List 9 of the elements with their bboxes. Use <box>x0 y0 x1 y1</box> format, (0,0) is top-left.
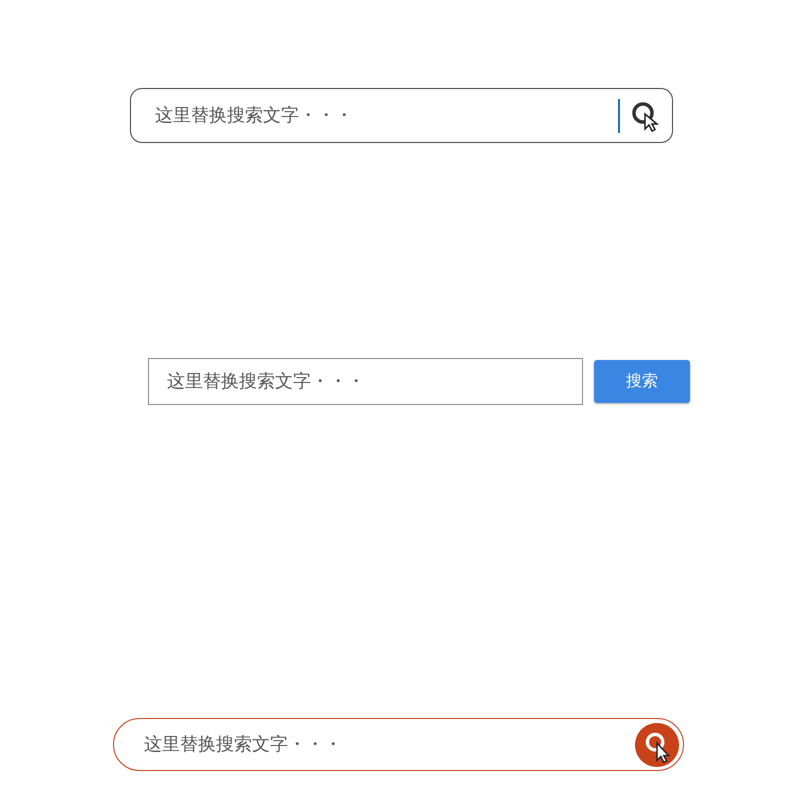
search-button[interactable]: 搜索 <box>594 360 690 403</box>
search-bar[interactable]: 这里替换搜索文字・・・ <box>113 718 684 771</box>
search-field[interactable]: 这里替换搜索文字・・・ <box>153 104 618 127</box>
search-field[interactable]: 这里替换搜索文字・・・ <box>148 358 583 405</box>
search-icon[interactable] <box>630 100 662 132</box>
search-field[interactable]: 这里替换搜索文字・・・ <box>142 733 634 756</box>
text-caret <box>618 98 620 132</box>
search-bar[interactable]: 这里替换搜索文字・・・ <box>130 88 673 143</box>
search-button[interactable] <box>634 722 680 768</box>
